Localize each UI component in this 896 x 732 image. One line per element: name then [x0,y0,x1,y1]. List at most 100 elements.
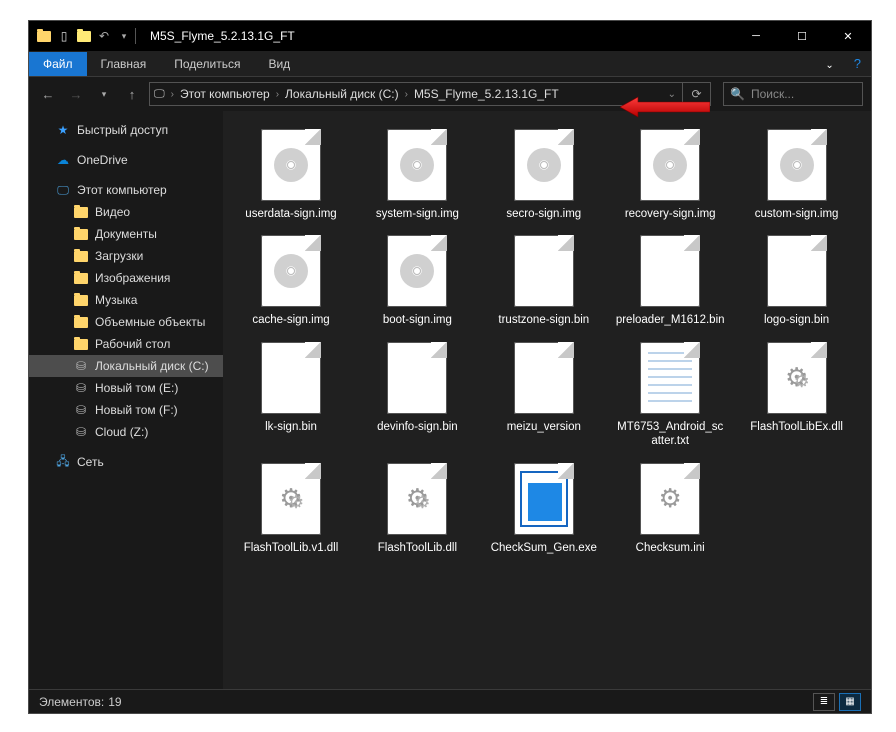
refresh-button[interactable]: ⟳ [683,82,711,106]
sidebar-quick-access[interactable]: ★ Быстрый доступ [29,119,223,141]
sidebar-this-pc[interactable]: 🖵 Этот компьютер [29,179,223,201]
minimize-button[interactable]: ─ [733,21,779,51]
search-icon: 🔍 [730,87,745,101]
details-view-button[interactable]: ≣ [813,693,835,711]
file-label: FlashToolLibEx.dll [750,420,843,434]
address-bar[interactable]: 🖵 › Этот компьютер › Локальный диск (C:)… [149,82,683,106]
maximize-button[interactable]: ☐ [779,21,825,51]
undo-icon[interactable]: ↶ [95,27,113,45]
file-list[interactable]: userdata-sign.img system-sign.img secro-si… [223,111,871,689]
sidebar-network[interactable]: 🖧 Сеть [29,451,223,473]
file-item[interactable]: custom-sign.img [741,129,853,221]
sidebar-item-downloads[interactable]: Загрузки [29,245,223,267]
file-label: secro-sign.img [506,207,581,221]
network-icon: 🖧 [55,454,71,470]
file-thumbnail [387,463,447,535]
back-button[interactable]: ← [37,83,59,105]
help-icon[interactable]: ? [844,51,871,76]
file-thumbnail [514,342,574,414]
file-item[interactable]: Checksum.ini [614,463,726,555]
file-item[interactable]: CheckSum_Gen.exe [488,463,600,555]
sidebar-drive-z[interactable]: ⛁Cloud (Z:) [29,421,223,443]
file-item[interactable]: devinfo-sign.bin [361,342,473,449]
tab-home[interactable]: Главная [87,52,161,76]
file-item[interactable]: secro-sign.img [488,129,600,221]
file-label: logo-sign.bin [764,313,829,327]
file-label: devinfo-sign.bin [377,420,458,434]
file-item[interactable]: boot-sign.img [361,235,473,327]
recent-locations-icon[interactable]: ▾ [93,83,115,105]
quick-access-toolbar: ▯ ↶ ▾ [29,27,142,45]
file-thumbnail [514,463,574,535]
file-item[interactable]: lk-sign.bin [235,342,347,449]
icons-view-button[interactable]: ▦ [839,693,861,711]
properties-icon[interactable]: ▯ [55,27,73,45]
sidebar-item-3d-objects[interactable]: Объемные объекты [29,311,223,333]
status-bar: Элементов: 19 ≣ ▦ [29,689,871,713]
sidebar-item-desktop[interactable]: Рабочий стол [29,333,223,355]
ribbon-expand-icon[interactable]: ⌄ [815,55,843,76]
file-label: Checksum.ini [636,541,705,555]
forward-button[interactable]: → [65,83,87,105]
folder-icon [73,226,89,242]
file-item[interactable]: userdata-sign.img [235,129,347,221]
sidebar-item-videos[interactable]: Видео [29,201,223,223]
tab-view[interactable]: Вид [254,52,304,76]
file-item[interactable]: cache-sign.img [235,235,347,327]
file-label: preloader_M1612.bin [616,313,725,327]
folder-icon [73,248,89,264]
file-label: meizu_version [507,420,581,434]
file-label: system-sign.img [376,207,459,221]
customize-qat-icon[interactable]: ▾ [115,27,133,45]
drive-icon: ⛁ [73,358,89,374]
computer-icon: 🖵 [154,88,165,101]
dropdown-icon[interactable]: ⌄ [666,89,678,100]
file-label: boot-sign.img [383,313,452,327]
sidebar-drive-f[interactable]: ⛁Новый том (F:) [29,399,223,421]
sidebar-drive-c[interactable]: ⛁Локальный диск (C:) [29,355,223,377]
file-item[interactable]: FlashToolLib.v1.dll [235,463,347,555]
file-label: FlashToolLib.dll [378,541,457,555]
window-title: M5S_Flyme_5.2.13.1G_FT [142,29,733,43]
tab-file[interactable]: Файл [29,52,87,76]
file-thumbnail [261,463,321,535]
file-thumbnail [387,235,447,307]
up-button[interactable]: ↑ [121,83,143,105]
navigation-bar: ← → ▾ ↑ 🖵 › Этот компьютер › Локальный д… [29,77,871,111]
chevron-right-icon: › [403,89,410,100]
file-thumbnail [261,342,321,414]
sidebar-item-pictures[interactable]: Изображения [29,267,223,289]
folder-icon [73,336,89,352]
file-item[interactable]: FlashToolLib.dll [361,463,473,555]
search-input[interactable]: 🔍 Поиск... [723,82,863,106]
new-folder-icon[interactable] [75,27,93,45]
sidebar-drive-e[interactable]: ⛁Новый том (E:) [29,377,223,399]
title-bar: ▯ ↶ ▾ M5S_Flyme_5.2.13.1G_FT ─ ☐ ✕ [29,21,871,51]
file-thumbnail [514,129,574,201]
breadcrumb-item[interactable]: Локальный диск (C:) [281,87,403,101]
file-item[interactable]: system-sign.img [361,129,473,221]
sidebar-onedrive[interactable]: ☁ OneDrive [29,149,223,171]
sidebar-item-documents[interactable]: Документы [29,223,223,245]
sidebar-item-music[interactable]: Музыка [29,289,223,311]
folder-icon [73,292,89,308]
file-thumbnail [261,235,321,307]
file-item[interactable]: recovery-sign.img [614,129,726,221]
file-thumbnail [767,342,827,414]
breadcrumb-item[interactable]: Этот компьютер [176,87,274,101]
breadcrumb-item[interactable]: M5S_Flyme_5.2.13.1G_FT [410,87,563,101]
file-item[interactable]: trustzone-sign.bin [488,235,600,327]
file-item[interactable]: meizu_version [488,342,600,449]
folder-icon [73,270,89,286]
file-item[interactable]: logo-sign.bin [741,235,853,327]
file-item[interactable]: MT6753_Android_scatter.txt [614,342,726,449]
file-item[interactable]: preloader_M1612.bin [614,235,726,327]
file-thumbnail [767,129,827,201]
file-item[interactable]: FlashToolLibEx.dll [741,342,853,449]
chevron-right-icon: › [169,89,176,100]
close-button[interactable]: ✕ [825,21,871,51]
star-icon: ★ [55,122,71,138]
file-thumbnail [387,342,447,414]
computer-icon: 🖵 [55,182,71,198]
tab-share[interactable]: Поделиться [160,52,254,76]
